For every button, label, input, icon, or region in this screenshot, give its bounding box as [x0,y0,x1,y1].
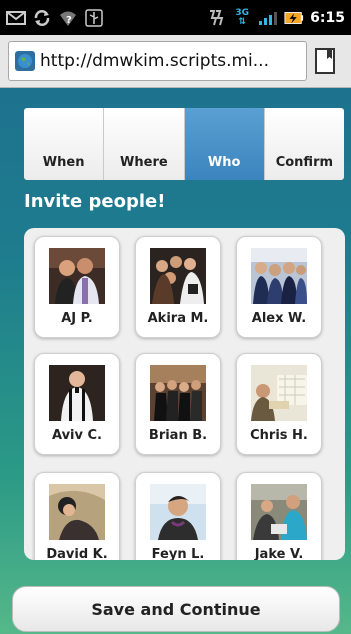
step-tabs: When Where Who Confirm [24,108,344,180]
person-name: AJ P. [61,311,93,326]
tab-when[interactable]: When [24,108,105,180]
tab-who[interactable]: Who [184,108,265,180]
person-name: Chris H. [250,428,308,443]
person-card[interactable]: David K. [34,472,120,560]
usb-icon [84,8,104,27]
battery-charging-icon [284,9,304,27]
avatar [251,365,307,421]
bookmark-icon[interactable] [307,41,343,81]
person-name: Brian B. [148,428,208,443]
url-field[interactable]: http://dmwkim.scripts.mi... [8,41,307,81]
clock: 6:15 [310,9,345,26]
people-list[interactable]: AJ P. Akira M. Alex W. Aviv C. Brian B. … [24,228,345,560]
signal-icon [258,9,278,27]
person-card[interactable]: Feyn L. [135,472,221,560]
person-name: Jake V. [254,547,304,560]
person-name: Alex W. [251,311,307,326]
person-card[interactable]: Aviv C. [34,353,120,455]
person-name: Feyn L. [151,547,205,560]
person-card[interactable]: AJ P. [34,236,120,338]
url-text: http://dmwkim.scripts.mi... [40,51,269,71]
avatar [49,484,105,540]
status-bar: ? 3G ⇅ 6:15 [0,0,351,35]
avatar [49,248,105,304]
3g-icon: 3G ⇅ [235,7,249,27]
person-name: David K. [46,547,108,560]
sync-icon [32,9,52,27]
avatar [49,365,105,421]
avatar [150,484,206,540]
person-card[interactable]: Brian B. [135,353,221,455]
tab-confirm[interactable]: Confirm [264,108,344,180]
save-and-continue-button[interactable]: Save and Continue [12,586,340,632]
avatar [251,484,307,540]
browser-url-bar: http://dmwkim.scripts.mi... [0,35,351,88]
page-heading: Invite people! [24,191,166,212]
avatar [251,248,307,304]
globe-icon [15,51,35,71]
person-card[interactable]: Jake V. [236,472,322,560]
person-card[interactable]: Alex W. [236,236,322,338]
person-card[interactable]: Akira M. [135,236,221,338]
tab-where[interactable]: Where [104,108,185,180]
avatar [150,248,206,304]
svg-text:?: ? [66,15,72,26]
person-card[interactable]: Chris H. [236,353,322,455]
person-name: Aviv C. [51,428,102,443]
mail-icon [6,9,26,27]
vibrate-icon [206,9,226,27]
person-name: Akira M. [147,311,209,326]
wifi-question-icon: ? [58,9,78,27]
avatar [150,365,206,421]
